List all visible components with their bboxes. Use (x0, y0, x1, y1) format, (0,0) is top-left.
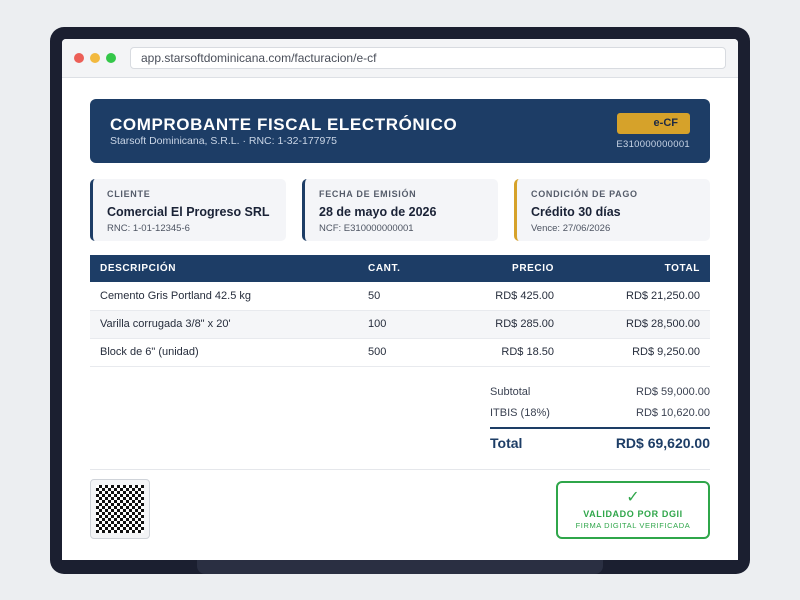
issue-date: 28 de mayo de 2026 (319, 205, 437, 219)
issuer-info: Starsoft Dominicana, S.R.L. · RNC: 1-32-… (110, 135, 338, 147)
item-description: Block de 6" (unidad) (90, 338, 358, 367)
issue-date-card: FECHA DE EMISIÓN 28 de mayo de 2026 NCF:… (302, 179, 498, 241)
ecf-badge: e-CF (617, 113, 690, 134)
line-items-table: DESCRIPCIÓN CANT. PRECIO TOTAL Cemento G… (90, 255, 710, 367)
info-cards: CLIENTE Comercial El Progreso SRL RNC: 1… (90, 179, 710, 241)
tax-value: RD$ 10,620.00 (636, 406, 710, 419)
column-header-quantity: CANT. (358, 255, 438, 282)
issue-ncf: NCF: E310000000001 (319, 223, 414, 234)
check-icon: ✓ (626, 489, 640, 506)
ncf-number: E310000000001 (616, 139, 690, 150)
browser-toolbar: app.starsoftdominicana.com/facturacion/e… (62, 39, 738, 78)
close-window-button[interactable] (74, 53, 84, 63)
maximize-window-button[interactable] (106, 53, 116, 63)
validation-title: VALIDADO POR DGII (583, 509, 683, 519)
qr-code-pattern (96, 485, 144, 533)
item-quantity: 50 (358, 282, 438, 311)
client-card: CLIENTE Comercial El Progreso SRL RNC: 1… (90, 179, 286, 241)
item-total: RD$ 9,250.00 (564, 338, 710, 367)
issue-date-label: FECHA DE EMISIÓN (319, 189, 417, 199)
item-total: RD$ 28,500.00 (564, 310, 710, 339)
invoice: COMPROBANTE FISCAL ELECTRÓNICO Starsoft … (90, 99, 710, 539)
browser-window: app.starsoftdominicana.com/facturacion/e… (62, 39, 738, 560)
invoice-title: COMPROBANTE FISCAL ELECTRÓNICO (110, 115, 458, 134)
payment-terms: Crédito 30 días (531, 205, 621, 219)
totals-section: Subtotal RD$ 59,000.00 ITBIS (18%) RD$ 1… (90, 379, 710, 469)
client-name: Comercial El Progreso SRL (107, 205, 270, 219)
item-quantity: 500 (358, 338, 438, 367)
address-bar[interactable]: app.starsoftdominicana.com/facturacion/e… (130, 47, 726, 69)
table-row: Block de 6" (unidad) 500 RD$ 18.50 RD$ 9… (90, 338, 710, 367)
payment-terms-label: CONDICIÓN DE PAGO (531, 189, 638, 199)
column-header-total: TOTAL (564, 255, 710, 282)
column-header-price: PRECIO (438, 255, 564, 282)
client-rnc: RNC: 1-01-12345-6 (107, 223, 190, 234)
item-description: Varilla corrugada 3/8" x 20' (90, 310, 358, 339)
subtotal-label: Subtotal (490, 385, 531, 398)
item-total: RD$ 21,250.00 (564, 282, 710, 311)
item-price: RD$ 285.00 (438, 310, 564, 339)
column-header-description: DESCRIPCIÓN (90, 255, 358, 282)
item-price: RD$ 425.00 (438, 282, 564, 311)
item-quantity: 100 (358, 310, 438, 339)
invoice-header: COMPROBANTE FISCAL ELECTRÓNICO Starsoft … (90, 99, 710, 163)
table-header-row: DESCRIPCIÓN CANT. PRECIO TOTAL (90, 255, 710, 282)
payment-terms-card: CONDICIÓN DE PAGO Crédito 30 días Vence:… (514, 179, 710, 241)
validation-subtitle: FIRMA DIGITAL VERIFICADA (575, 521, 691, 530)
total-value: RD$ 69,620.00 (615, 434, 710, 451)
due-date: Vence: 27/06/2026 (531, 223, 611, 234)
qr-code (90, 479, 150, 539)
subtotal-value: RD$ 59,000.00 (636, 385, 710, 398)
totals-divider (490, 426, 710, 429)
client-label: CLIENTE (107, 189, 151, 199)
item-description: Cemento Gris Portland 42.5 kg (90, 282, 358, 311)
tax-label: ITBIS (18%) (490, 406, 550, 419)
minimize-window-button[interactable] (90, 53, 100, 63)
table-row: Varilla corrugada 3/8" x 20' 100 RD$ 285… (90, 310, 710, 339)
dgii-validation-stamp: ✓ VALIDADO POR DGII FIRMA DIGITAL VERIFI… (556, 481, 710, 539)
item-price: RD$ 18.50 (438, 338, 564, 367)
total-label: Total (490, 434, 523, 451)
table-row: Cemento Gris Portland 42.5 kg 50 RD$ 425… (90, 282, 710, 311)
footer-divider (90, 469, 710, 470)
laptop-base (197, 560, 603, 574)
